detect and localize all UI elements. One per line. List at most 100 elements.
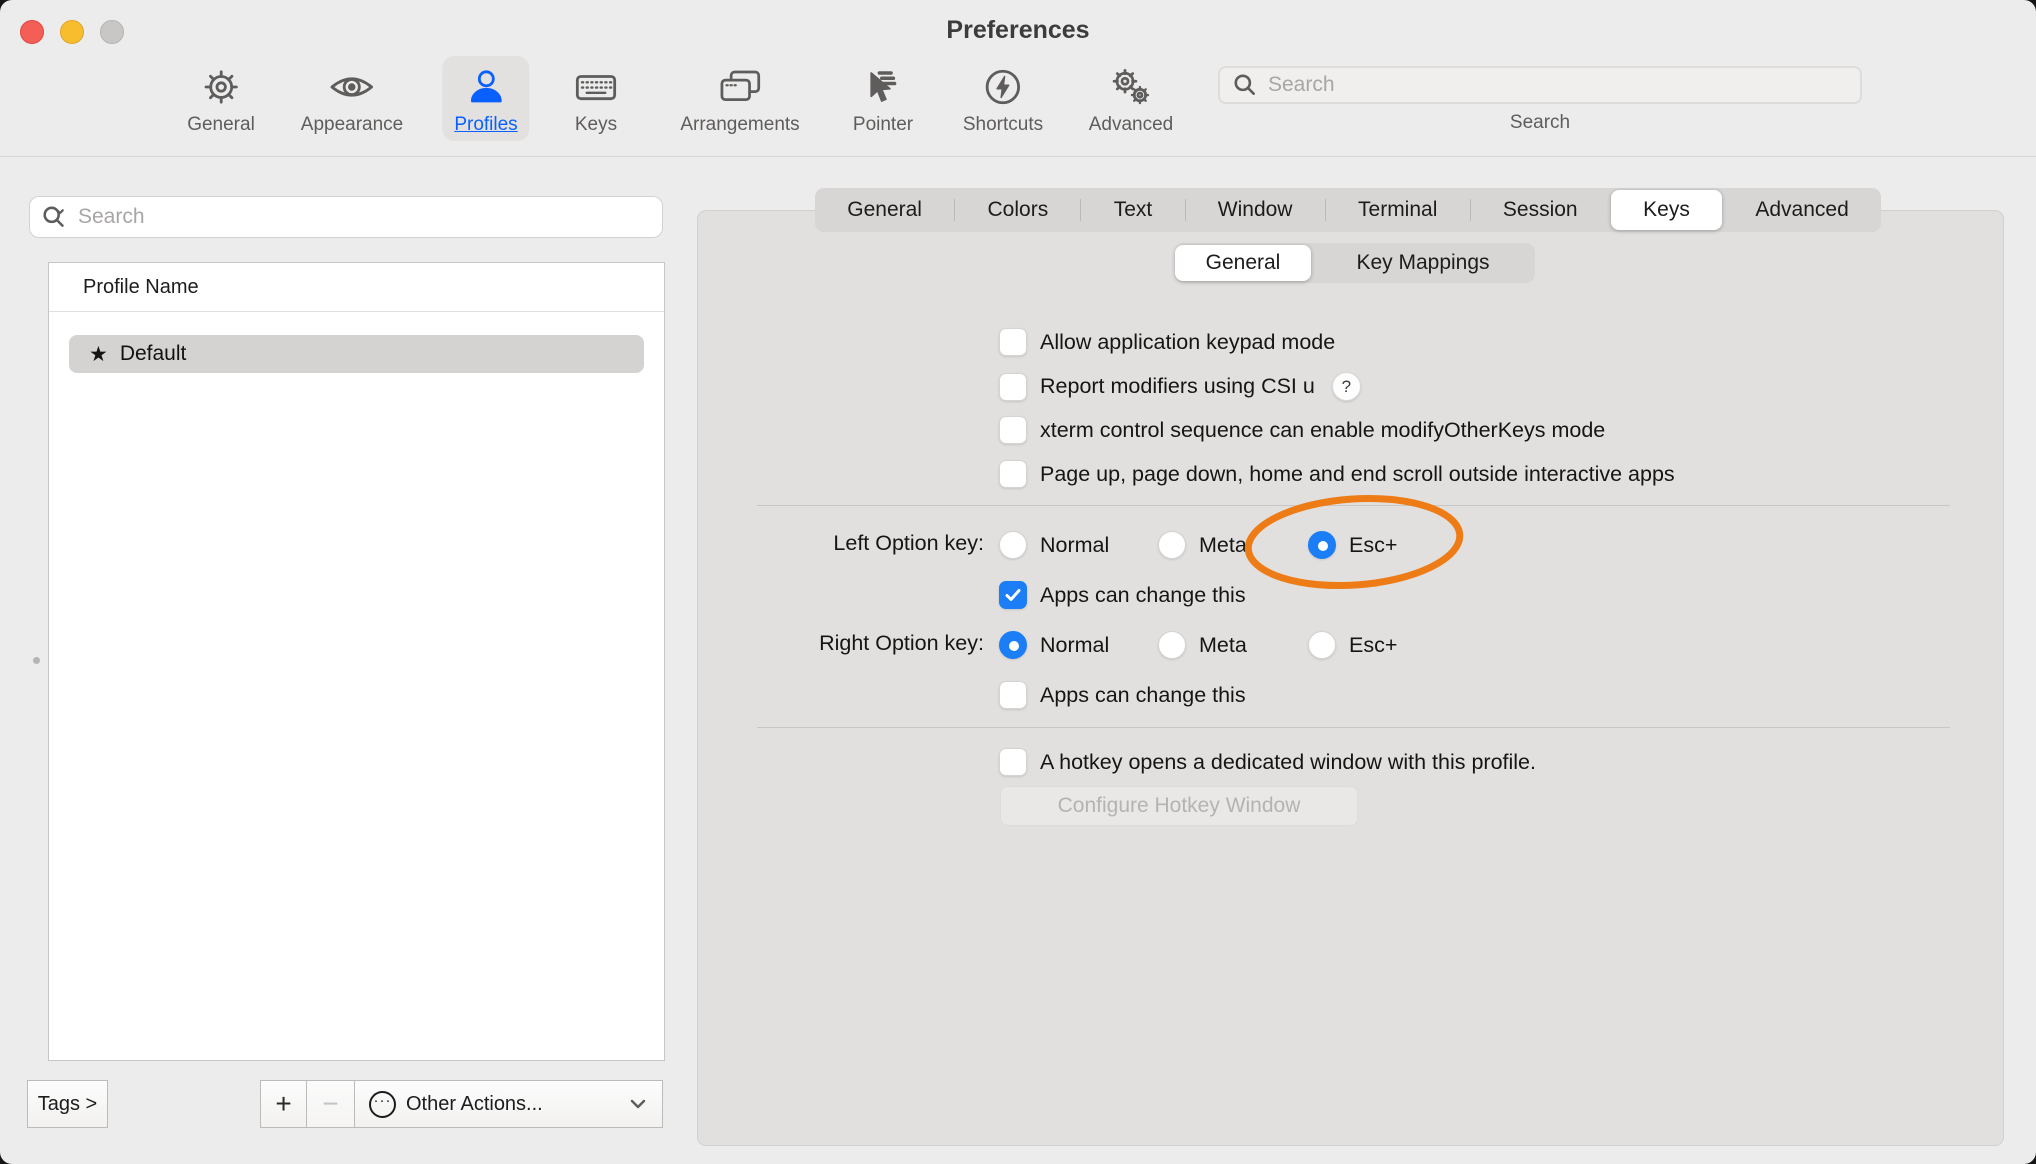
profile-search-placeholder: Search xyxy=(78,205,145,229)
toolbar-divider xyxy=(0,156,2036,157)
profile-row-default[interactable]: ★ Default xyxy=(69,335,644,373)
radio-unselected[interactable] xyxy=(1158,531,1186,559)
toolbar-item-label: Shortcuts xyxy=(963,114,1043,136)
cursor-icon xyxy=(862,62,904,112)
search-icon xyxy=(1232,72,1258,98)
profile-tabs: General Colors Text Window Terminal Sess… xyxy=(815,188,1881,232)
right-option-radio-meta[interactable]: Meta xyxy=(1158,631,1247,659)
checkbox-row[interactable]: Report modifiers using CSI u ? xyxy=(999,372,1361,401)
toolbar-item-advanced[interactable]: Advanced xyxy=(1077,56,1186,141)
toolbar-item-appearance[interactable]: Appearance xyxy=(289,56,415,141)
tab-terminal[interactable]: Terminal xyxy=(1326,188,1470,232)
radio-selected[interactable] xyxy=(1308,531,1336,559)
chevron-down-icon xyxy=(628,1097,648,1111)
profile-list-header: Profile Name xyxy=(49,263,664,312)
toolbar-search-input[interactable]: Search xyxy=(1218,66,1862,104)
radio-selected[interactable] xyxy=(999,631,1027,659)
checkbox-unchecked[interactable] xyxy=(999,748,1027,776)
right-option-radio-normal[interactable]: Normal xyxy=(999,631,1109,659)
right-option-key-label: Right Option key: xyxy=(697,631,984,656)
other-actions-dropdown[interactable]: ··· Other Actions... xyxy=(354,1080,663,1128)
toolbar-item-shortcuts[interactable]: Shortcuts xyxy=(951,56,1055,141)
checkbox-label: xterm control sequence can enable modify… xyxy=(1040,418,1605,443)
hotkey-checkbox-row[interactable]: A hotkey opens a dedicated window with t… xyxy=(999,748,1536,776)
other-actions-label: Other Actions... xyxy=(406,1093,543,1116)
keys-subtabs: General Key Mappings xyxy=(1175,243,1535,283)
gear-icon xyxy=(200,62,242,112)
windows-icon xyxy=(717,62,763,112)
subtab-key-mappings[interactable]: Key Mappings xyxy=(1311,243,1535,283)
add-profile-button[interactable]: + xyxy=(260,1080,307,1128)
tab-colors[interactable]: Colors xyxy=(955,188,1080,232)
toolbar-search-placeholder: Search xyxy=(1268,73,1335,97)
configure-hotkey-window-button: Configure Hotkey Window xyxy=(1000,786,1358,826)
radio-label: Meta xyxy=(1199,533,1247,558)
left-option-apps-can-change[interactable]: Apps can change this xyxy=(999,581,1246,609)
tab-keys[interactable]: Keys xyxy=(1611,190,1722,230)
toolbar-item-arrangements[interactable]: Arrangements xyxy=(668,56,811,141)
tab-session[interactable]: Session xyxy=(1471,188,1610,232)
remove-profile-button: − xyxy=(306,1080,355,1128)
toolbar-item-general[interactable]: General xyxy=(175,56,267,141)
profile-name: Default xyxy=(120,342,187,366)
toolbar-item-keys[interactable]: Keys xyxy=(560,56,632,141)
checkbox-label: A hotkey opens a dedicated window with t… xyxy=(1040,750,1536,775)
help-button[interactable]: ? xyxy=(1332,372,1361,401)
radio-unselected[interactable] xyxy=(1308,631,1336,659)
tab-content-panel xyxy=(697,210,2004,1146)
search-menu-icon xyxy=(42,203,70,231)
toolbar-item-profiles[interactable]: Profiles xyxy=(442,56,529,141)
window-title: Preferences xyxy=(0,16,2036,45)
tab-window[interactable]: Window xyxy=(1186,188,1325,232)
checkbox-unchecked[interactable] xyxy=(999,328,1027,356)
toolbar-item-label: Advanced xyxy=(1089,114,1174,136)
check-icon xyxy=(1003,585,1023,605)
checkbox-label: Report modifiers using CSI u xyxy=(1040,374,1315,399)
checkbox-unchecked[interactable] xyxy=(999,416,1027,444)
keyboard-icon xyxy=(572,62,620,112)
radio-unselected[interactable] xyxy=(999,531,1027,559)
right-option-radio-esc[interactable]: Esc+ xyxy=(1308,631,1397,659)
profile-list: Profile Name ★ Default xyxy=(48,262,665,1061)
checkbox-unchecked[interactable] xyxy=(999,681,1027,709)
subtab-general[interactable]: General xyxy=(1175,245,1311,281)
section-divider xyxy=(757,727,1950,728)
radio-unselected[interactable] xyxy=(1158,631,1186,659)
toolbar-item-label: Keys xyxy=(575,114,617,136)
toolbar-item-label: Pointer xyxy=(853,114,913,136)
checkbox-unchecked[interactable] xyxy=(999,460,1027,488)
toolbar-search-label: Search xyxy=(1218,112,1862,134)
radio-label: Esc+ xyxy=(1349,633,1397,658)
tags-button[interactable]: Tags > xyxy=(27,1080,108,1128)
radio-label: Meta xyxy=(1199,633,1247,658)
checkbox-row[interactable]: Page up, page down, home and end scroll … xyxy=(999,460,1675,488)
person-icon xyxy=(465,62,507,112)
tab-general[interactable]: General xyxy=(815,188,954,232)
toolbar-item-pointer[interactable]: Pointer xyxy=(841,56,925,141)
left-option-radio-normal[interactable]: Normal xyxy=(999,531,1109,559)
radio-label: Esc+ xyxy=(1349,533,1397,558)
radio-label: Normal xyxy=(1040,533,1109,558)
tab-text[interactable]: Text xyxy=(1081,188,1184,232)
radio-label: Normal xyxy=(1040,633,1109,658)
right-option-apps-can-change[interactable]: Apps can change this xyxy=(999,681,1246,709)
checkbox-unchecked[interactable] xyxy=(999,373,1027,401)
left-option-radio-meta[interactable]: Meta xyxy=(1158,531,1247,559)
splitter-dot[interactable] xyxy=(33,657,40,664)
checkbox-row[interactable]: Allow application keypad mode xyxy=(999,328,1335,356)
toolbar-item-label: General xyxy=(187,114,255,136)
gears-icon xyxy=(1108,62,1154,112)
tab-advanced[interactable]: Advanced xyxy=(1723,188,1881,232)
checkbox-checked[interactable] xyxy=(999,581,1027,609)
checkbox-row[interactable]: xterm control sequence can enable modify… xyxy=(999,416,1605,444)
profile-search-input[interactable]: Search xyxy=(29,196,663,238)
left-option-radio-esc[interactable]: Esc+ xyxy=(1308,531,1397,559)
eye-icon xyxy=(328,62,376,112)
left-option-key-label: Left Option key: xyxy=(697,531,984,556)
checkbox-label: Allow application keypad mode xyxy=(1040,330,1335,355)
ellipsis-circle-icon: ··· xyxy=(369,1091,396,1118)
checkbox-label: Apps can change this xyxy=(1040,683,1246,708)
checkbox-label: Page up, page down, home and end scroll … xyxy=(1040,462,1675,487)
preferences-window: Preferences General Appearance Profiles … xyxy=(0,0,2036,1164)
toolbar-item-label: Arrangements xyxy=(680,114,799,136)
